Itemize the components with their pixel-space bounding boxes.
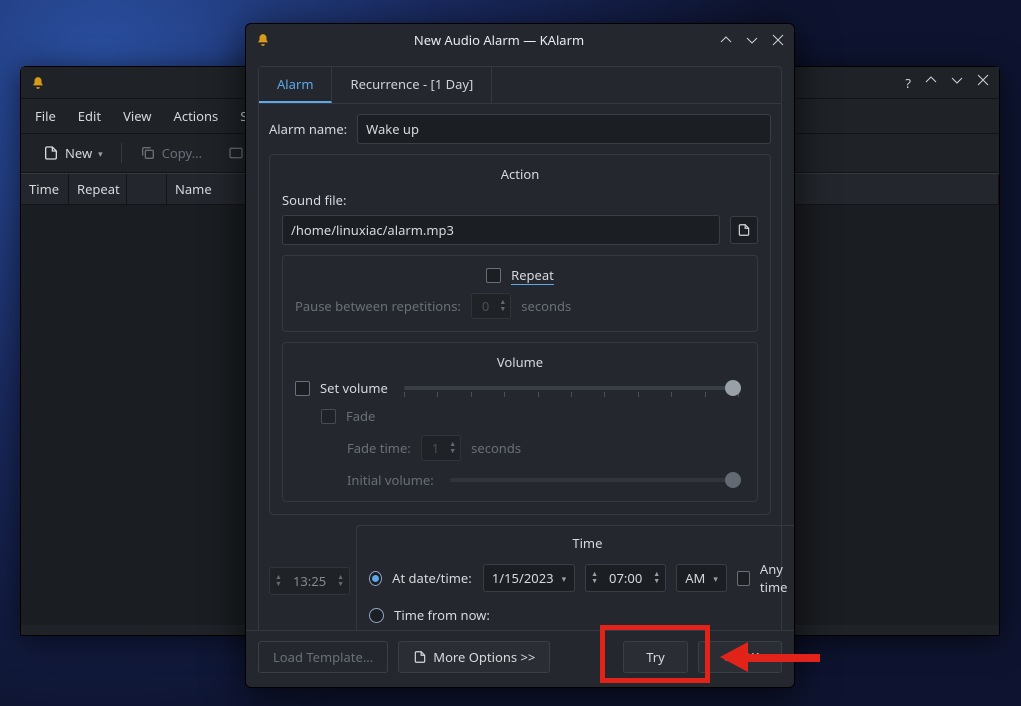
repeat-label: Repeat bbox=[511, 266, 554, 285]
dialog-titlebar: New Audio Alarm — KAlarm bbox=[246, 24, 794, 56]
menu-view[interactable]: View bbox=[123, 107, 151, 125]
fade-label: Fade bbox=[346, 407, 375, 425]
menu-edit[interactable]: Edit bbox=[78, 107, 101, 125]
volume-slider[interactable] bbox=[404, 386, 739, 390]
now-time-spinner: ▲▼ 13:25 ▲▼ bbox=[269, 567, 350, 595]
help-icon[interactable]: ? bbox=[905, 74, 911, 92]
bell-icon bbox=[256, 33, 270, 47]
bell-icon bbox=[31, 76, 45, 90]
chevron-down-icon: ▾ bbox=[98, 147, 103, 160]
sound-file-input[interactable] bbox=[282, 215, 720, 245]
new-button[interactable]: New ▾ bbox=[35, 140, 111, 166]
time-group: Time At date/time: 1/15/2023 ▾ ▲▼ 07:00 … bbox=[356, 525, 794, 630]
fade-checkbox bbox=[321, 409, 336, 424]
repeat-checkbox[interactable] bbox=[486, 268, 501, 283]
new-audio-alarm-dialog: New Audio Alarm — KAlarm Alarm Recurrenc… bbox=[245, 23, 795, 688]
alarm-name-label: Alarm name: bbox=[269, 120, 347, 138]
browse-file-button[interactable] bbox=[730, 216, 758, 244]
volume-title: Volume bbox=[295, 353, 745, 371]
anytime-checkbox[interactable] bbox=[737, 571, 750, 586]
action-title: Action bbox=[282, 165, 758, 183]
set-volume-checkbox[interactable] bbox=[295, 381, 310, 396]
action-group: Action Sound file: Repeat Pause betwee bbox=[269, 154, 771, 515]
time-from-now-radio[interactable] bbox=[369, 608, 384, 623]
time-title: Time bbox=[369, 534, 794, 552]
sound-file-label: Sound file: bbox=[282, 191, 758, 209]
initial-volume-slider bbox=[450, 478, 739, 482]
maximize-icon[interactable] bbox=[951, 74, 963, 92]
fade-time-unit: seconds bbox=[471, 439, 521, 457]
date-combo[interactable]: 1/15/2023 ▾ bbox=[483, 564, 575, 592]
column-empty[interactable] bbox=[127, 174, 167, 204]
menu-actions[interactable]: Actions bbox=[174, 107, 219, 125]
tab-alarm[interactable]: Alarm bbox=[259, 67, 332, 103]
repeat-group: Repeat Pause between repetitions: 0 ▲▼ s… bbox=[282, 255, 758, 332]
load-template-button: Load Template... bbox=[258, 641, 388, 673]
close-icon[interactable] bbox=[977, 74, 989, 92]
ampm-combo[interactable]: AM ▾ bbox=[676, 564, 727, 592]
pause-label: Pause between repetitions: bbox=[295, 297, 461, 315]
column-time[interactable]: Time bbox=[21, 174, 69, 204]
tabs: Alarm Recurrence - [1 Day] bbox=[258, 66, 782, 104]
minimize-icon[interactable] bbox=[925, 74, 937, 92]
keep-above-icon[interactable] bbox=[746, 34, 758, 46]
more-options-button[interactable]: More Options >> bbox=[398, 641, 550, 673]
at-datetime-label: At date/time: bbox=[392, 569, 473, 587]
set-volume-label: Set volume bbox=[320, 379, 388, 397]
ok-button[interactable]: OK bbox=[698, 641, 782, 673]
alarm-name-input[interactable] bbox=[357, 114, 771, 144]
pause-unit: seconds bbox=[521, 297, 571, 315]
menu-file[interactable]: File bbox=[35, 107, 56, 125]
volume-group: Volume Set volume Fade Fade bbox=[282, 342, 758, 502]
fade-time-label: Fade time: bbox=[347, 439, 411, 457]
time-from-now-label: Time from now: bbox=[394, 606, 490, 624]
tab-recurrence[interactable]: Recurrence - [1 Day] bbox=[332, 67, 492, 103]
column-repeat[interactable]: Repeat bbox=[69, 174, 127, 204]
try-button[interactable]: Try bbox=[623, 641, 688, 673]
copy-button: Copy... bbox=[132, 140, 210, 166]
fade-time-spinner: 1 ▲▼ bbox=[421, 435, 461, 461]
time-spinner[interactable]: ▲▼ 07:00 ▲▼ bbox=[585, 564, 666, 592]
initial-volume-label: Initial volume: bbox=[347, 471, 434, 489]
dialog-footer: Load Template... More Options >> Try OK bbox=[246, 630, 794, 687]
dialog-title: New Audio Alarm — KAlarm bbox=[278, 31, 720, 49]
anytime-label: Any time bbox=[760, 560, 794, 596]
at-datetime-radio[interactable] bbox=[369, 571, 382, 586]
shade-icon[interactable] bbox=[720, 34, 732, 46]
pause-spinner: 0 ▲▼ bbox=[471, 293, 511, 319]
close-icon[interactable] bbox=[772, 34, 784, 46]
